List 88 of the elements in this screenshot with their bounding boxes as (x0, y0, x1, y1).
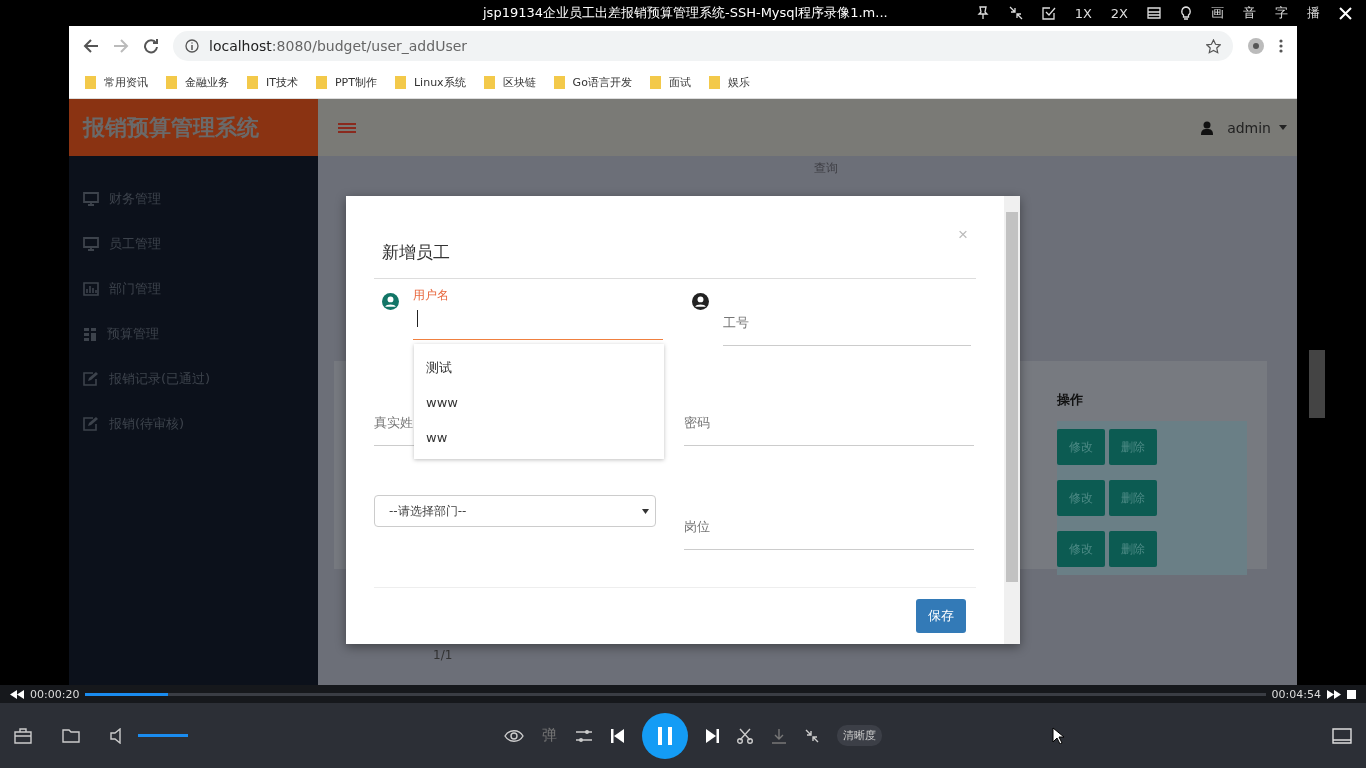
url-text: localhost:8080/budget/user_addUser (209, 38, 468, 54)
folder-icon (85, 75, 96, 89)
department-select[interactable]: --请选择部门-- (374, 495, 656, 527)
bookmark[interactable]: Go语言开发 (553, 74, 632, 90)
bookmark[interactable]: PPT制作 (315, 74, 377, 90)
reload-icon[interactable] (143, 38, 159, 54)
extension-icon[interactable] (1247, 37, 1265, 55)
folder-icon (649, 75, 661, 89)
app-brand: 报销预算管理系统 (69, 99, 318, 156)
bookmark[interactable]: 娱乐 (708, 74, 750, 90)
bookmark[interactable]: 常用资讯 (85, 74, 148, 90)
sliders-icon[interactable] (575, 728, 593, 743)
pin-icon[interactable] (975, 6, 990, 20)
player-option[interactable]: 音 (1243, 4, 1256, 22)
rewind-icon[interactable] (10, 689, 24, 699)
user-menu[interactable]: admin (1227, 119, 1271, 136)
bookmark[interactable]: Linux系统 (394, 74, 466, 90)
eye-icon[interactable] (504, 728, 524, 743)
suggestion-item[interactable]: ww (414, 420, 664, 455)
player-option[interactable]: 2X (1110, 5, 1128, 21)
password-field[interactable]: 密码 (684, 393, 974, 446)
suggestion-item[interactable]: www (414, 385, 664, 420)
shrink-icon[interactable] (1008, 6, 1023, 20)
window-icon[interactable] (1332, 727, 1352, 744)
monitor-icon (83, 192, 99, 206)
volume-icon[interactable] (110, 727, 124, 744)
pause-button[interactable] (642, 712, 688, 759)
folder-icon (394, 75, 406, 89)
user-avatar-icon (382, 293, 399, 310)
suggestion-item[interactable]: 测试 (414, 350, 664, 385)
menu-toggle-icon[interactable] (338, 122, 356, 133)
position-field[interactable]: 岗位 (684, 497, 974, 550)
bookmark[interactable]: 金融业务 (166, 74, 229, 90)
save-button[interactable]: 保存 (916, 599, 966, 633)
info-icon (185, 39, 199, 53)
folder-icon (553, 75, 565, 89)
folder-icon (483, 75, 495, 89)
column-header: 操作 (1057, 391, 1084, 409)
list-icon[interactable] (1147, 6, 1161, 20)
bulb-icon[interactable] (1180, 6, 1192, 20)
caret-icon (642, 508, 649, 514)
checkbox-icon[interactable] (1041, 6, 1056, 20)
close-icon[interactable] (1339, 6, 1352, 20)
menu-icon[interactable] (1279, 39, 1283, 53)
download-icon[interactable] (771, 727, 787, 744)
folder-icon (708, 75, 720, 89)
user-avatar-icon (692, 293, 709, 310)
grid-icon (83, 327, 97, 341)
folder-icon (166, 75, 177, 89)
toolbox-icon[interactable] (14, 727, 32, 744)
bookmark[interactable]: IT技术 (247, 74, 298, 90)
folder-icon (315, 75, 327, 89)
total-time: 00:04:54 (1271, 687, 1321, 701)
player-option[interactable]: 字 (1275, 4, 1288, 22)
folder-icon[interactable] (62, 728, 80, 743)
real-name-field[interactable]: 真实姓 (374, 393, 414, 446)
stop-icon[interactable] (1347, 689, 1356, 699)
fast-forward-icon[interactable] (1327, 689, 1341, 699)
quality-button[interactable]: 清晰度 (837, 725, 882, 746)
user-icon (1201, 120, 1214, 135)
elapsed-time: 00:00:20 (30, 687, 80, 701)
scrollbar[interactable] (1004, 196, 1020, 644)
star-icon[interactable] (1206, 38, 1221, 54)
video-title: jsp19134企业员工出差报销预算管理系统-SSH-Mysql程序录像1.m... (483, 4, 888, 22)
chart-icon (83, 282, 99, 296)
edit-icon (83, 372, 99, 386)
dialog-title: 新增员工 (382, 241, 450, 264)
monitor-icon (83, 237, 99, 251)
address-bar[interactable]: localhost:8080/budget/user_addUser (173, 31, 1233, 61)
pause-icon (658, 726, 672, 745)
volume-slider[interactable] (138, 734, 188, 737)
previous-icon[interactable] (611, 728, 624, 743)
player-option[interactable]: 1X (1074, 5, 1092, 21)
employee-number-field[interactable]: 工号 (723, 293, 971, 346)
page-indicator: 1/1 (433, 648, 453, 662)
edit-icon (83, 417, 99, 431)
bookmark[interactable]: 区块链 (483, 74, 536, 90)
bookmark[interactable]: 面试 (649, 74, 691, 90)
shrink-icon[interactable] (805, 728, 819, 743)
player-option[interactable]: 画 (1211, 4, 1224, 22)
scissors-icon[interactable] (737, 727, 753, 744)
back-icon[interactable] (83, 38, 99, 54)
folder-icon (247, 75, 258, 89)
player-option[interactable]: 播 (1307, 4, 1320, 22)
next-icon[interactable] (706, 728, 719, 743)
seek-bar[interactable] (85, 692, 1266, 696)
caret-icon[interactable] (1279, 125, 1287, 130)
cursor-icon (1052, 727, 1064, 744)
